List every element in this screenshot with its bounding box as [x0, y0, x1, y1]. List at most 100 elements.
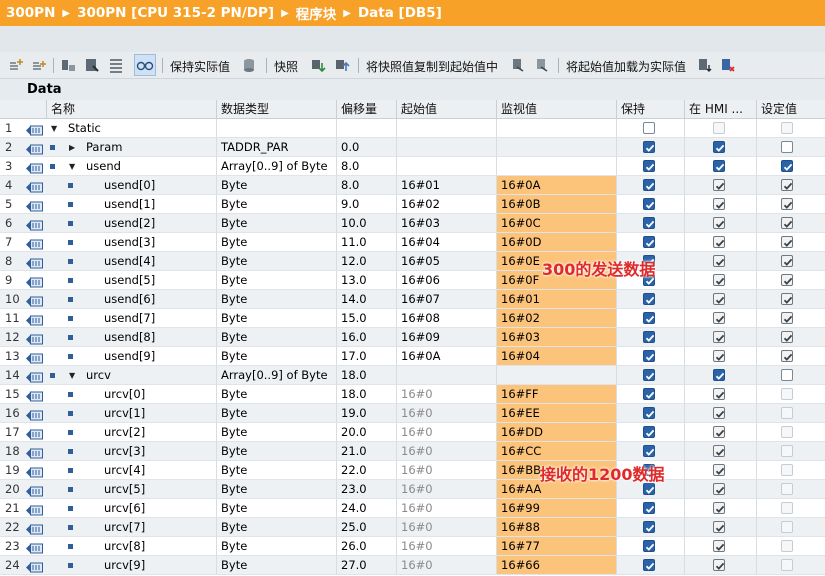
retain-checkbox[interactable]	[643, 312, 655, 324]
table-row[interactable]: 3 ▼ usend Array[0..9] of Byte 8.0	[0, 157, 825, 176]
retain-checkbox[interactable]	[643, 445, 655, 457]
start-value-cell[interactable]: 16#0	[396, 423, 496, 442]
table-row[interactable]: 8 usend[4] Byte 12.0 16#05 16#0E	[0, 252, 825, 271]
name-cell[interactable]: urcv[0]	[24, 385, 216, 404]
setpoint-checkbox[interactable]	[781, 141, 793, 153]
hmi-visible-checkbox[interactable]	[713, 407, 725, 419]
monitor-value-cell[interactable]: 16#DD	[496, 423, 616, 442]
start-value-cell[interactable]: 16#0	[396, 442, 496, 461]
start-value-cell[interactable]: 16#06	[396, 271, 496, 290]
table-row[interactable]: 7 usend[3] Byte 11.0 16#04 16#0D	[0, 233, 825, 252]
hmi-visible-checkbox[interactable]	[713, 369, 725, 381]
retain-checkbox[interactable]	[643, 559, 655, 571]
start-value-cell[interactable]: 16#0	[396, 537, 496, 556]
table-row[interactable]: 21 urcv[6] Byte 24.0 16#0 16#99	[0, 499, 825, 518]
name-cell[interactable]: usend[5]	[24, 271, 216, 290]
retain-checkbox[interactable]	[643, 540, 655, 552]
hmi-visible-checkbox[interactable]	[713, 312, 725, 324]
setpoint-checkbox[interactable]	[781, 369, 793, 381]
monitor-value-cell[interactable]: 16#0B	[496, 195, 616, 214]
start-value-cell[interactable]: 16#0	[396, 556, 496, 575]
monitor-value-cell[interactable]: 16#99	[496, 499, 616, 518]
table-row[interactable]: 6 usend[2] Byte 10.0 16#03 16#0C	[0, 214, 825, 233]
start-value-cell[interactable]: 16#0A	[396, 347, 496, 366]
hmi-visible-checkbox[interactable]	[713, 559, 725, 571]
start-value-cell[interactable]: 16#02	[396, 195, 496, 214]
start-value-cell[interactable]	[396, 119, 496, 138]
load-values-plc-icon[interactable]	[720, 57, 736, 73]
hmi-visible-checkbox[interactable]	[713, 293, 725, 305]
table-row[interactable]: 12 usend[8] Byte 16.0 16#09 16#03	[0, 328, 825, 347]
monitor-value-cell[interactable]: 16#EE	[496, 404, 616, 423]
hmi-visible-checkbox[interactable]	[713, 141, 725, 153]
retain-checkbox[interactable]	[643, 521, 655, 533]
retain-checkbox[interactable]	[643, 236, 655, 248]
retain-checkbox[interactable]	[643, 179, 655, 191]
name-cell[interactable]: urcv[3]	[24, 442, 216, 461]
start-value-cell[interactable]: 16#05	[396, 252, 496, 271]
monitor-value-cell[interactable]	[496, 366, 616, 385]
setpoint-checkbox[interactable]	[781, 198, 793, 210]
start-value-cell[interactable]: 16#04	[396, 233, 496, 252]
insert-row-icon[interactable]	[8, 57, 24, 73]
column-header-offset[interactable]: 偏移量	[336, 100, 396, 118]
name-cell[interactable]: usend[6]	[24, 290, 216, 309]
setpoint-checkbox[interactable]	[781, 179, 793, 191]
table-row[interactable]: 11 usend[7] Byte 15.0 16#08 16#02	[0, 309, 825, 328]
table-row[interactable]: 9 usend[5] Byte 13.0 16#06 16#0F	[0, 271, 825, 290]
column-header-hmi[interactable]: 在 HMI ...	[684, 100, 756, 118]
database-icon[interactable]	[242, 57, 258, 73]
monitor-value-cell[interactable]: 16#0D	[496, 233, 616, 252]
name-cell[interactable]: urcv[9]	[24, 556, 216, 575]
start-value-cell[interactable]: 16#0	[396, 385, 496, 404]
collapse-toggle-icon[interactable]: ▶	[69, 138, 79, 156]
hmi-visible-checkbox[interactable]	[713, 217, 725, 229]
name-cell[interactable]: usend[0]	[24, 176, 216, 195]
hmi-visible-checkbox[interactable]	[713, 483, 725, 495]
hmi-visible-checkbox[interactable]	[713, 274, 725, 286]
name-cell[interactable]: usend[8]	[24, 328, 216, 347]
name-cell[interactable]: usend[7]	[24, 309, 216, 328]
start-value-cell[interactable]: 16#07	[396, 290, 496, 309]
column-header-monitor[interactable]: 监视值	[496, 100, 616, 118]
table-row[interactable]: 13 usend[9] Byte 17.0 16#0A 16#04	[0, 347, 825, 366]
monitor-value-cell[interactable]: 16#03	[496, 328, 616, 347]
column-header-retain[interactable]: 保持	[616, 100, 684, 118]
hmi-visible-checkbox[interactable]	[713, 179, 725, 191]
table-row[interactable]: 22 urcv[7] Byte 25.0 16#0 16#88	[0, 518, 825, 537]
table-row[interactable]: 2 ▶ Param TADDR_PAR 0.0	[0, 138, 825, 157]
name-cell[interactable]: ▼ Static	[24, 119, 216, 138]
snapshot-button[interactable]: 快照	[274, 58, 298, 75]
retain-checkbox[interactable]	[643, 160, 655, 172]
name-cell[interactable]: usend[1]	[24, 195, 216, 214]
retain-checkbox[interactable]	[643, 293, 655, 305]
monitor-value-cell[interactable]	[496, 138, 616, 157]
monitor-value-cell[interactable]: 16#01	[496, 290, 616, 309]
column-header-name[interactable]: 名称	[46, 100, 216, 118]
setpoint-checkbox[interactable]	[781, 160, 793, 172]
snapshot-download-icon[interactable]	[310, 57, 326, 73]
copy-snapshot-to-start-button[interactable]: 将快照值复制到起始值中	[366, 58, 498, 75]
monitor-value-cell[interactable]: 16#02	[496, 309, 616, 328]
copy-values-icon[interactable]	[510, 57, 526, 73]
start-value-cell[interactable]	[396, 138, 496, 157]
start-value-cell[interactable]: 16#0	[396, 480, 496, 499]
retain-checkbox[interactable]	[643, 388, 655, 400]
setpoint-checkbox[interactable]	[781, 331, 793, 343]
name-cell[interactable]: usend[2]	[24, 214, 216, 233]
table-row[interactable]: 5 usend[1] Byte 9.0 16#02 16#0B	[0, 195, 825, 214]
monitor-value-cell[interactable]: 16#88	[496, 518, 616, 537]
retain-checkbox[interactable]	[643, 141, 655, 153]
retain-checkbox[interactable]	[643, 217, 655, 229]
retain-checkbox[interactable]	[643, 350, 655, 362]
monitor-value-cell[interactable]: 16#77	[496, 537, 616, 556]
table-row[interactable]: 15 urcv[0] Byte 18.0 16#0 16#FF	[0, 385, 825, 404]
monitor-value-cell[interactable]	[496, 157, 616, 176]
expand-toggle-icon[interactable]: ▼	[51, 119, 61, 137]
table-row[interactable]: 23 urcv[8] Byte 26.0 16#0 16#77	[0, 537, 825, 556]
column-header-setpoint[interactable]: 设定值	[756, 100, 825, 118]
retain-checkbox[interactable]	[643, 198, 655, 210]
name-cell[interactable]: usend[9]	[24, 347, 216, 366]
table-row[interactable]: 18 urcv[3] Byte 21.0 16#0 16#CC	[0, 442, 825, 461]
name-cell[interactable]: urcv[7]	[24, 518, 216, 537]
